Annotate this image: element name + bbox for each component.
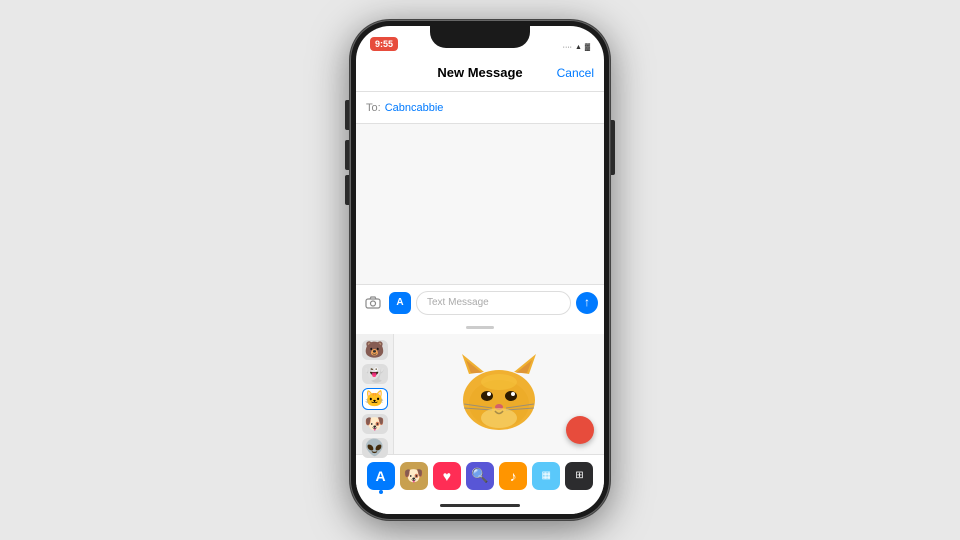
animoji-cat-thumb[interactable]: 🐱 xyxy=(362,388,388,410)
home-indicator xyxy=(356,496,604,514)
status-time: 9:55 xyxy=(370,37,398,51)
animoji-dog-thumb[interactable]: 🐶 xyxy=(362,414,388,434)
notch xyxy=(430,26,530,48)
phone-screen: 9:55 ···· ▲ ▓ New Message Cancel To: Cab… xyxy=(356,26,604,514)
send-arrow-icon: ↑ xyxy=(584,296,590,308)
phone-outer: 9:55 ···· ▲ ▓ New Message Cancel To: Cab… xyxy=(350,20,610,520)
animoji-sidebar: 🐻 👻 🐱 🐶 👽 xyxy=(356,334,394,454)
nav-bar: New Message Cancel xyxy=(356,54,604,92)
cat-face xyxy=(454,354,544,434)
animoji-alien-thumb[interactable]: 👽 xyxy=(362,438,388,458)
animoji-panel: 🐻 👻 🐱 🐶 👽 xyxy=(356,334,604,454)
wifi-icon: ▲ xyxy=(575,44,582,51)
message-area xyxy=(356,124,604,284)
app-dock: A 🐶 ♥ 🔍 ♪ ▦ ⊞ xyxy=(356,454,604,496)
nav-title: New Message xyxy=(437,65,522,80)
text-input[interactable]: Text Message xyxy=(416,291,571,315)
tv-symbol: ▦ xyxy=(542,470,551,481)
search-symbol: 🔍 xyxy=(471,467,488,484)
dock-dog-icon[interactable]: 🐶 xyxy=(400,462,428,490)
heart-symbol: ♥ xyxy=(443,468,451,484)
to-contact[interactable]: Cabncabbie xyxy=(385,102,444,114)
cancel-button[interactable]: Cancel xyxy=(557,66,594,80)
text-input-placeholder: Text Message xyxy=(427,297,489,308)
home-bar xyxy=(440,504,520,507)
animoji-main xyxy=(394,334,604,454)
dock-search-icon[interactable]: 🔍 xyxy=(466,462,494,490)
app-store-icon: A xyxy=(396,297,403,308)
to-field: To: Cabncabbie xyxy=(356,92,604,124)
dock-appstore-letter: A xyxy=(376,468,386,484)
dock-heart-icon[interactable]: ♥ xyxy=(433,462,461,490)
dock-music-icon[interactable]: ♪ xyxy=(499,462,527,490)
battery-icon: ▓ xyxy=(585,44,590,51)
record-button[interactable] xyxy=(566,416,594,444)
input-bar: A Text Message ↑ xyxy=(356,284,604,320)
animoji-bear-thumb[interactable]: 🐻 xyxy=(362,340,388,360)
camera-button[interactable] xyxy=(362,292,384,314)
signal-icon: ···· xyxy=(563,44,572,51)
drag-pill xyxy=(466,326,494,329)
dock-appstore-icon[interactable]: A xyxy=(367,462,395,490)
app-store-button[interactable]: A xyxy=(389,292,411,314)
dock-extra-icon[interactable]: ⊞ xyxy=(565,462,593,490)
to-label: To: xyxy=(366,102,381,114)
send-button[interactable]: ↑ xyxy=(576,292,598,314)
extra-symbol: ⊞ xyxy=(575,470,583,481)
dock-tv-icon[interactable]: ▦ xyxy=(532,462,560,490)
music-symbol: ♪ xyxy=(510,468,517,484)
animoji-ghost-thumb[interactable]: 👻 xyxy=(362,364,388,384)
drag-indicator xyxy=(356,320,604,334)
status-icons: ···· ▲ ▓ xyxy=(563,44,590,51)
